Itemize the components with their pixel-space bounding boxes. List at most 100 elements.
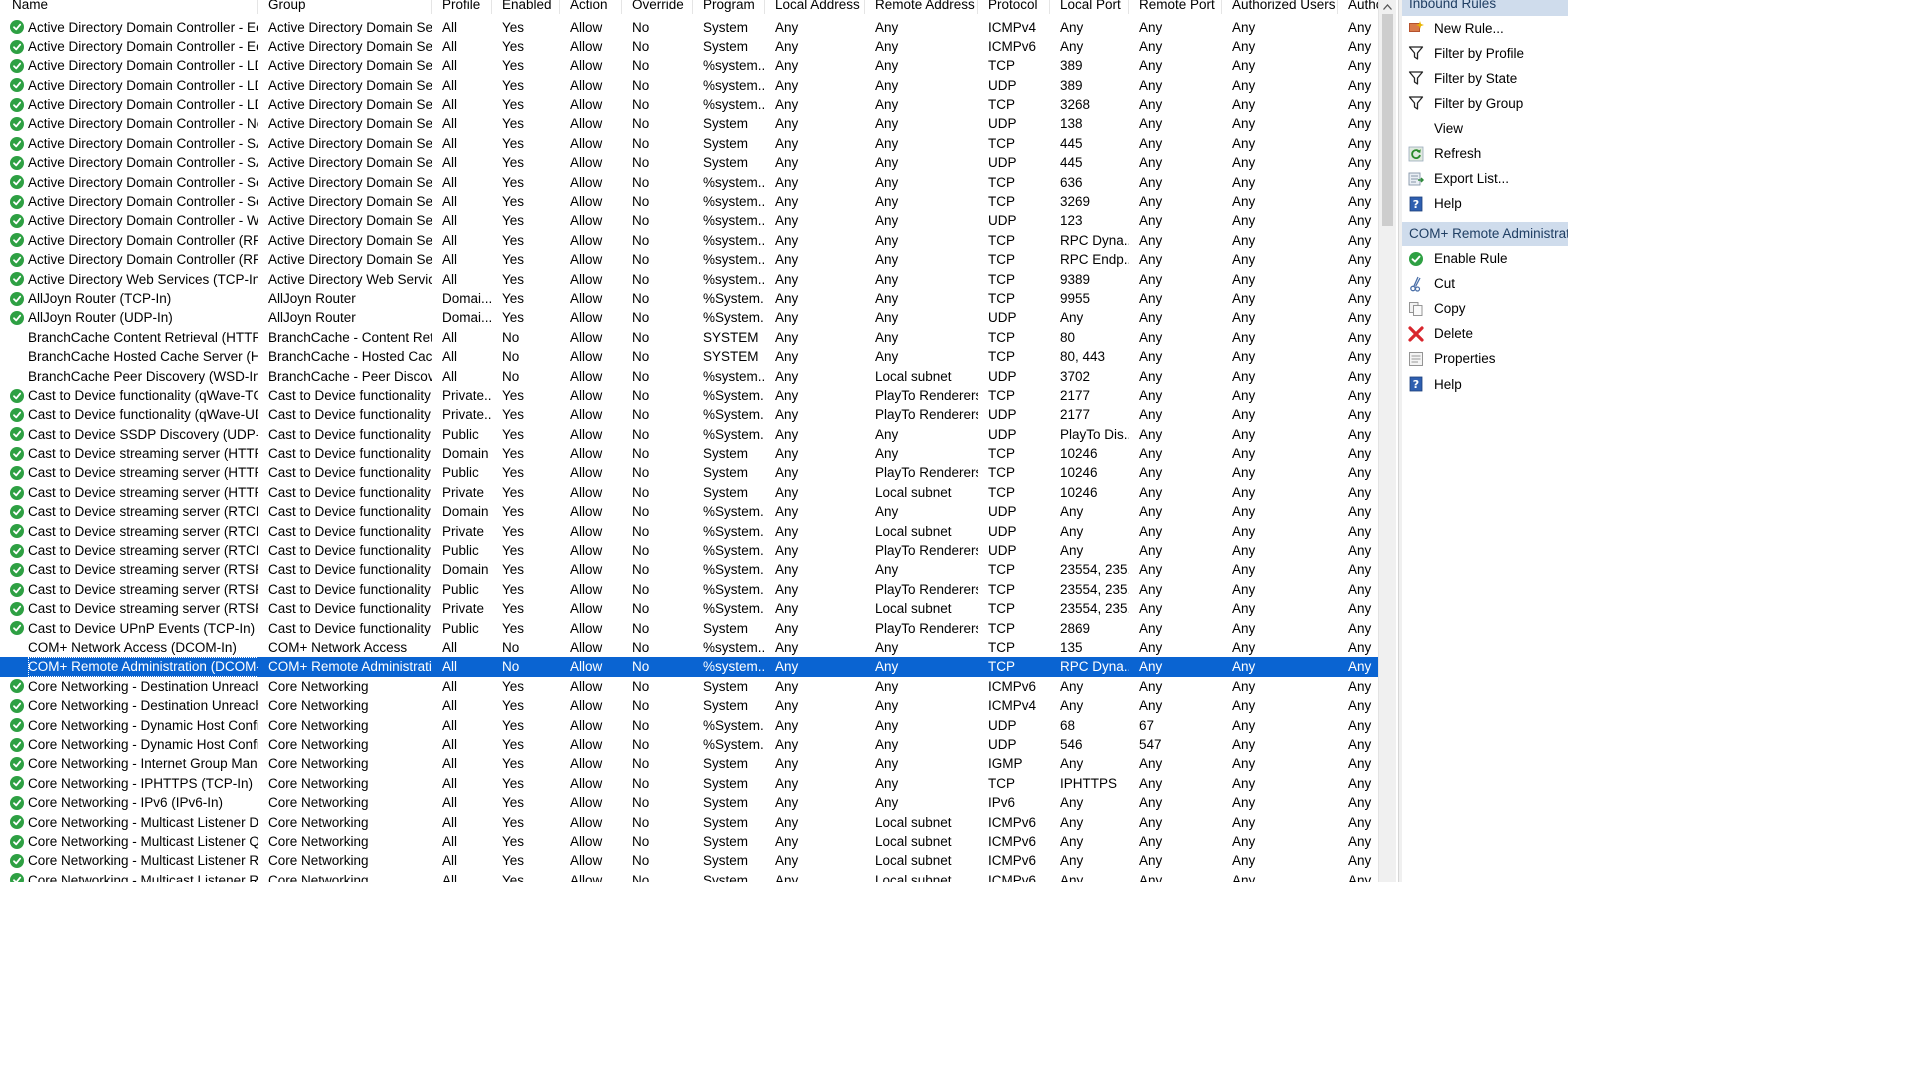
cell-program: %System... [703,407,765,423]
cell-group: Cast to Device functionality [268,543,431,559]
table-row[interactable]: Core Networking - Destination Unreacha..… [0,696,1380,715]
inbound-new-rule-action[interactable]: New Rule... [1402,16,1568,40]
table-row[interactable]: Cast to Device streaming server (RTSP-St… [0,560,1380,579]
selected-rule-copy-action[interactable]: Copy [1402,297,1568,321]
table-row[interactable]: BranchCache Content Retrieval (HTTP-In) B… [0,328,1380,347]
cell-local-address: Any [775,19,799,35]
inbound-filter-by-profile-action[interactable]: Filter by Profile [1402,41,1568,65]
inbound-filter-by-state-action[interactable]: Filter by State [1402,66,1568,90]
table-row[interactable]: Active Directory Domain Controller - Sec… [0,173,1380,192]
inbound-export-list-action[interactable]: Export List... [1402,167,1568,191]
cell-local-port: 80, 443 [1060,349,1106,365]
actions-section-inbound-rules[interactable]: Inbound Rules [1402,0,1568,16]
table-row[interactable]: Active Directory Domain Controller - LD.… [0,95,1380,114]
table-row[interactable]: AllJoyn Router (UDP-In) AllJoyn Router Dom… [0,308,1380,327]
table-row[interactable]: Active Directory Domain Controller - SA.… [0,134,1380,153]
table-row[interactable]: Cast to Device streaming server (HTTP-St… [0,483,1380,502]
table-row[interactable]: Cast to Device streaming server (RTCP-St… [0,541,1380,560]
table-row[interactable]: Active Directory Domain Controller - W3.… [0,211,1380,230]
table-row[interactable]: Core Networking - Multicast Listener Rep… [0,851,1380,870]
table-row[interactable]: Active Directory Domain Controller - Ec.… [0,37,1380,56]
table-row[interactable]: COM+ Network Access (DCOM-In) COM+ Networ… [0,638,1380,657]
selected-rule-help-action[interactable]: ? Help [1402,372,1568,396]
column-header-authorized-users[interactable]: Authorized Users [1222,0,1338,14]
cell-enabled: Yes [502,407,525,423]
table-row-selected[interactable]: COM+ Remote Administration (DCOM-In) COM+… [0,657,1380,677]
column-header-group[interactable]: Group [258,0,432,14]
table-row[interactable]: Cast to Device functionality (qWave-TCP.… [0,386,1380,405]
table-row[interactable]: Active Directory Domain Controller - LD.… [0,76,1380,95]
selected-rule-enable-rule-action[interactable]: Enable Rule [1402,247,1568,271]
selected-rule-properties-action[interactable]: Properties [1402,347,1568,371]
table-row[interactable]: Active Directory Web Services (TCP-In) Ac… [0,270,1380,289]
table-row[interactable]: BranchCache Hosted Cache Server (HTTP...… [0,347,1380,366]
cell-enabled: Yes [502,504,525,520]
table-row[interactable]: Core Networking - Internet Group Mana...… [0,754,1380,773]
enabled-check-icon [10,834,24,849]
table-row[interactable]: Cast to Device UPnP Events (TCP-In) Cast … [0,619,1380,638]
table-row[interactable]: Active Directory Domain Controller (RPC.… [0,250,1380,269]
table-row[interactable]: Core Networking - Dynamic Host Config...… [0,716,1380,735]
table-row[interactable]: Core Networking - Multicast Listener Rep… [0,871,1380,882]
column-header-action[interactable]: Action [560,0,622,14]
rules-table[interactable]: Name Group Profile Enabled Action Override Pro… [0,0,1398,882]
table-row[interactable]: Active Directory Domain Controller - SA.… [0,153,1380,172]
table-row[interactable]: Core Networking - Multicast Listener Do.… [0,813,1380,832]
cell-authc: Any [1348,756,1372,772]
table-row[interactable]: Cast to Device streaming server (RTSP-St… [0,599,1380,618]
table-row[interactable]: Cast to Device streaming server (HTTP-St… [0,444,1380,463]
table-row[interactable]: AllJoyn Router (TCP-In) AllJoyn Router Dom… [0,289,1380,308]
cell-remote-address: Any [875,194,899,210]
table-row[interactable]: Core Networking - IPv6 (IPv6-In) Core Net… [0,793,1380,812]
column-header-override[interactable]: Override [622,0,693,14]
cell-remote-port: Any [1139,387,1163,403]
table-row[interactable]: Core Networking - Multicast Listener Qu.… [0,832,1380,851]
cell-action: Allow [570,271,603,287]
column-header-remote-address[interactable]: Remote Address [865,0,978,14]
actions-section-selected-rule[interactable]: COM+ Remote Administration (DCOM-In) [1402,222,1568,246]
column-header-protocol[interactable]: Protocol [978,0,1050,14]
table-row[interactable]: Cast to Device streaming server (RTCP-St… [0,502,1380,521]
table-row[interactable]: Cast to Device functionality (qWave-UDP.… [0,405,1380,424]
table-row[interactable]: Cast to Device SSDP Discovery (UDP-In) Ca… [0,425,1380,444]
rule-name-cell: Active Directory Domain Controller - Sec… [0,173,258,192]
scrollbar-thumb[interactable] [1382,14,1393,226]
table-row[interactable]: Active Directory Domain Controller (RPC)… [0,231,1380,250]
selected-rule-delete-action[interactable]: Delete [1402,322,1568,346]
table-row[interactable]: Core Networking - Dynamic Host Config...… [0,735,1380,754]
table-row[interactable]: Cast to Device streaming server (HTTP-St… [0,463,1380,482]
inbound-filter-by-group-action[interactable]: Filter by Group [1402,91,1568,115]
cell-program: %System... [703,562,765,578]
scroll-up-icon[interactable] [1379,0,1396,14]
column-header-profile[interactable]: Profile [432,0,492,14]
column-header-remote-port[interactable]: Remote Port [1129,0,1222,14]
table-row[interactable]: Active Directory Domain Controller - LD.… [0,56,1380,75]
table-row[interactable]: Core Networking - IPHTTPS (TCP-In) Core N… [0,774,1380,793]
inbound-help-action[interactable]: ? Help [1402,192,1568,216]
cell-action: Allow [570,407,603,423]
cell-protocol: UDP [988,368,1017,384]
table-row[interactable]: Active Directory Domain Controller - Ec.… [0,18,1380,37]
column-header-local-port[interactable]: Local Port [1050,0,1129,14]
column-header-local-address[interactable]: Local Address [765,0,865,14]
cell-enabled: Yes [502,38,525,54]
column-header-enabled[interactable]: Enabled [492,0,560,14]
cell-profile: All [442,252,458,268]
inbound-refresh-action[interactable]: Refresh [1402,142,1568,166]
column-header-program[interactable]: Program [693,0,765,14]
column-header-authc[interactable]: Authc [1338,0,1380,14]
table-row[interactable]: Core Networking - Destination Unreacha..… [0,677,1380,696]
cell-authorized-users: Any [1232,504,1256,520]
inbound-view-action[interactable]: View [1402,116,1568,140]
selected-rule-cut-action[interactable]: Cut [1402,272,1568,296]
column-header-name[interactable]: Name [0,0,258,14]
vertical-scrollbar[interactable] [1378,0,1396,882]
table-row[interactable]: Active Directory Domain Controller - Sec… [0,192,1380,211]
table-row[interactable]: Cast to Device streaming server (RTSP-St… [0,580,1380,599]
table-row[interactable]: BranchCache Peer Discovery (WSD-In) Branc… [0,367,1380,386]
table-row[interactable]: Cast to Device streaming server (RTCP-St… [0,522,1380,541]
cell-local-address: Any [775,756,799,772]
table-row[interactable]: Active Directory Domain Controller - Net… [0,114,1380,133]
cell-remote-port: Any [1139,833,1163,849]
cell-action: Allow [570,465,603,481]
